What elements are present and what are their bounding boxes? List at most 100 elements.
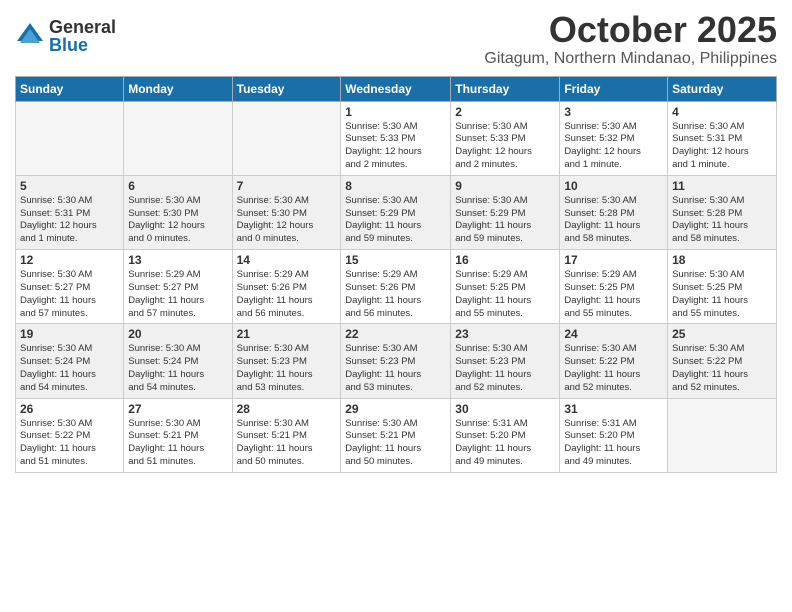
day-info: Sunrise: 5:30 AMSunset: 5:24 PMDaylight:… bbox=[128, 343, 227, 394]
calendar-cell: 10 Sunrise: 5:30 AMSunset: 5:28 PMDayligh… bbox=[560, 175, 668, 249]
day-info: Sunrise: 5:30 AMSunset: 5:22 PMDaylight:… bbox=[20, 418, 119, 469]
calendar-cell: 24Sunrise: 5:30 AMSunset: 5:22 PMDayligh… bbox=[560, 324, 668, 398]
calendar-cell: 2Sunrise: 5:30 AMSunset: 5:33 PMDaylight… bbox=[451, 101, 560, 175]
logo-icon bbox=[15, 21, 45, 51]
day-info: Sunrise: 5:30 AMSunset: 5:28 PMDaylight:… bbox=[672, 195, 772, 246]
day-info: Sunrise: 5:30 AMSunset: 5:21 PMDaylight:… bbox=[345, 418, 446, 469]
calendar-cell: 17 Sunrise: 5:29 AMSunset: 5:25 PMDayligh… bbox=[560, 250, 668, 324]
day-number: 20 bbox=[128, 327, 227, 341]
day-number: 2 bbox=[455, 105, 555, 119]
day-number: 10 bbox=[564, 179, 663, 193]
column-header-sunday: Sunday bbox=[16, 76, 124, 101]
week-row-2: 5 Sunrise: 5:30 AMSunset: 5:31 PMDaylight… bbox=[16, 175, 777, 249]
day-info: Sunrise: 5:30 AMSunset: 5:32 PMDaylight:… bbox=[564, 121, 663, 172]
day-number: 21 bbox=[237, 327, 337, 341]
calendar-cell: 16Sunrise: 5:29 AMSunset: 5:25 PMDayligh… bbox=[451, 250, 560, 324]
calendar: SundayMondayTuesdayWednesdayThursdayFrid… bbox=[15, 76, 777, 473]
day-number: 27 bbox=[128, 402, 227, 416]
calendar-cell bbox=[232, 101, 341, 175]
day-info: Sunrise: 5:31 AMSunset: 5:20 PMDaylight:… bbox=[455, 418, 555, 469]
day-number: 23 bbox=[455, 327, 555, 341]
month-title: October 2025 bbox=[484, 10, 777, 50]
day-number: 8 bbox=[345, 179, 446, 193]
day-number: 25 bbox=[672, 327, 772, 341]
day-info: Sunrise: 5:30 AMSunset: 5:24 PMDaylight:… bbox=[20, 343, 119, 394]
calendar-cell: 27 Sunrise: 5:30 AMSunset: 5:21 PMDayligh… bbox=[124, 398, 232, 472]
day-number: 9 bbox=[455, 179, 555, 193]
calendar-cell: 13Sunrise: 5:29 AMSunset: 5:27 PMDayligh… bbox=[124, 250, 232, 324]
day-info: Sunrise: 5:30 AMSunset: 5:33 PMDaylight:… bbox=[345, 121, 446, 172]
day-info: Sunrise: 5:30 AMSunset: 5:21 PMDaylight:… bbox=[237, 418, 337, 469]
calendar-cell: 30Sunrise: 5:31 AMSunset: 5:20 PMDayligh… bbox=[451, 398, 560, 472]
day-number: 17 bbox=[564, 253, 663, 267]
column-header-tuesday: Tuesday bbox=[232, 76, 341, 101]
logo-general: General bbox=[49, 18, 116, 36]
calendar-cell: 31 Sunrise: 5:31 AMSunset: 5:20 PMDayligh… bbox=[560, 398, 668, 472]
column-header-monday: Monday bbox=[124, 76, 232, 101]
calendar-cell: 1 Sunrise: 5:30 AMSunset: 5:33 PMDaylight… bbox=[341, 101, 451, 175]
day-info: Sunrise: 5:30 AMSunset: 5:21 PMDaylight:… bbox=[128, 418, 227, 469]
day-info: Sunrise: 5:31 AMSunset: 5:20 PMDaylight:… bbox=[564, 418, 663, 469]
logo: General Blue bbox=[15, 18, 116, 54]
day-info: Sunrise: 5:30 AMSunset: 5:22 PMDaylight:… bbox=[672, 343, 772, 394]
day-number: 18 bbox=[672, 253, 772, 267]
calendar-cell: 4Sunrise: 5:30 AMSunset: 5:31 PMDaylight… bbox=[668, 101, 777, 175]
day-number: 7 bbox=[237, 179, 337, 193]
day-number: 14 bbox=[237, 253, 337, 267]
day-number: 4 bbox=[672, 105, 772, 119]
day-info: Sunrise: 5:30 AMSunset: 5:31 PMDaylight:… bbox=[20, 195, 119, 246]
day-number: 6 bbox=[128, 179, 227, 193]
calendar-cell: 23Sunrise: 5:30 AMSunset: 5:23 PMDayligh… bbox=[451, 324, 560, 398]
calendar-cell: 6Sunrise: 5:30 AMSunset: 5:30 PMDaylight… bbox=[124, 175, 232, 249]
day-number: 1 bbox=[345, 105, 446, 119]
day-number: 26 bbox=[20, 402, 119, 416]
day-number: 28 bbox=[237, 402, 337, 416]
calendar-cell: 25 Sunrise: 5:30 AMSunset: 5:22 PMDayligh… bbox=[668, 324, 777, 398]
day-number: 13 bbox=[128, 253, 227, 267]
calendar-cell: 9 Sunrise: 5:30 AMSunset: 5:29 PMDaylight… bbox=[451, 175, 560, 249]
calendar-cell: 28 Sunrise: 5:30 AMSunset: 5:21 PMDayligh… bbox=[232, 398, 341, 472]
column-header-wednesday: Wednesday bbox=[341, 76, 451, 101]
location-title: Gitagum, Northern Mindanao, Philippines bbox=[484, 50, 777, 68]
week-row-5: 26 Sunrise: 5:30 AMSunset: 5:22 PMDayligh… bbox=[16, 398, 777, 472]
day-info: Sunrise: 5:29 AMSunset: 5:26 PMDaylight:… bbox=[237, 269, 337, 320]
week-row-1: 1 Sunrise: 5:30 AMSunset: 5:33 PMDaylight… bbox=[16, 101, 777, 175]
week-row-3: 12 Sunrise: 5:30 AMSunset: 5:27 PMDayligh… bbox=[16, 250, 777, 324]
calendar-cell: 19 Sunrise: 5:30 AMSunset: 5:24 PMDayligh… bbox=[16, 324, 124, 398]
calendar-cell: 12 Sunrise: 5:30 AMSunset: 5:27 PMDayligh… bbox=[16, 250, 124, 324]
calendar-cell: 18Sunrise: 5:30 AMSunset: 5:25 PMDayligh… bbox=[668, 250, 777, 324]
calendar-cell bbox=[668, 398, 777, 472]
day-info: Sunrise: 5:30 AMSunset: 5:29 PMDaylight:… bbox=[455, 195, 555, 246]
day-info: Sunrise: 5:30 AMSunset: 5:27 PMDaylight:… bbox=[20, 269, 119, 320]
calendar-cell: 29 Sunrise: 5:30 AMSunset: 5:21 PMDayligh… bbox=[341, 398, 451, 472]
day-info: Sunrise: 5:30 AMSunset: 5:28 PMDaylight:… bbox=[564, 195, 663, 246]
calendar-header-row: SundayMondayTuesdayWednesdayThursdayFrid… bbox=[16, 76, 777, 101]
column-header-thursday: Thursday bbox=[451, 76, 560, 101]
day-number: 22 bbox=[345, 327, 446, 341]
calendar-cell: 22Sunrise: 5:30 AMSunset: 5:23 PMDayligh… bbox=[341, 324, 451, 398]
day-number: 31 bbox=[564, 402, 663, 416]
calendar-cell: 5 Sunrise: 5:30 AMSunset: 5:31 PMDaylight… bbox=[16, 175, 124, 249]
calendar-cell: 21Sunrise: 5:30 AMSunset: 5:23 PMDayligh… bbox=[232, 324, 341, 398]
day-info: Sunrise: 5:29 AMSunset: 5:26 PMDaylight:… bbox=[345, 269, 446, 320]
day-number: 5 bbox=[20, 179, 119, 193]
day-info: Sunrise: 5:30 AMSunset: 5:22 PMDaylight:… bbox=[564, 343, 663, 394]
page-header: General Blue October 2025 Gitagum, North… bbox=[15, 10, 777, 68]
calendar-cell bbox=[16, 101, 124, 175]
calendar-cell: 26 Sunrise: 5:30 AMSunset: 5:22 PMDayligh… bbox=[16, 398, 124, 472]
calendar-cell: 11 Sunrise: 5:30 AMSunset: 5:28 PMDayligh… bbox=[668, 175, 777, 249]
calendar-cell: 3 Sunrise: 5:30 AMSunset: 5:32 PMDaylight… bbox=[560, 101, 668, 175]
week-row-4: 19 Sunrise: 5:30 AMSunset: 5:24 PMDayligh… bbox=[16, 324, 777, 398]
day-info: Sunrise: 5:30 AMSunset: 5:30 PMDaylight:… bbox=[237, 195, 337, 246]
day-info: Sunrise: 5:29 AMSunset: 5:25 PMDaylight:… bbox=[455, 269, 555, 320]
calendar-cell: 8Sunrise: 5:30 AMSunset: 5:29 PMDaylight… bbox=[341, 175, 451, 249]
day-number: 12 bbox=[20, 253, 119, 267]
day-number: 11 bbox=[672, 179, 772, 193]
calendar-cell: 14 Sunrise: 5:29 AMSunset: 5:26 PMDayligh… bbox=[232, 250, 341, 324]
day-number: 3 bbox=[564, 105, 663, 119]
calendar-cell: 15Sunrise: 5:29 AMSunset: 5:26 PMDayligh… bbox=[341, 250, 451, 324]
day-number: 19 bbox=[20, 327, 119, 341]
day-info: Sunrise: 5:29 AMSunset: 5:25 PMDaylight:… bbox=[564, 269, 663, 320]
day-number: 29 bbox=[345, 402, 446, 416]
column-header-saturday: Saturday bbox=[668, 76, 777, 101]
